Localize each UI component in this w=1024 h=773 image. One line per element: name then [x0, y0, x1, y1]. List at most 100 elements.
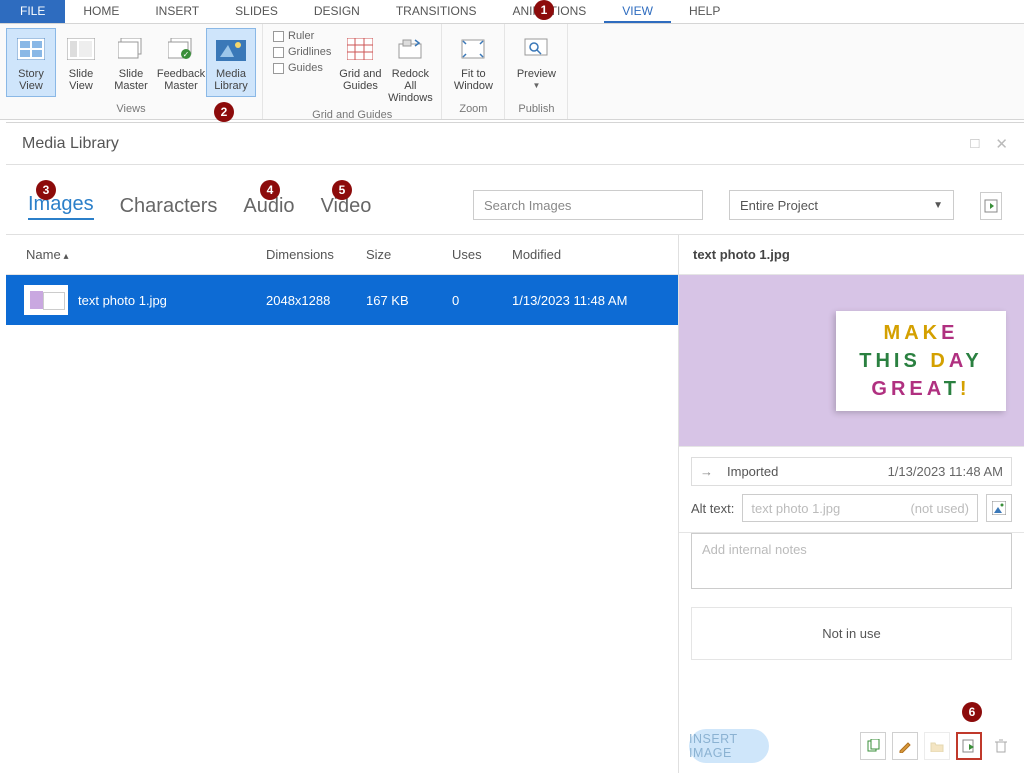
alt-text-status: (not used) — [910, 501, 969, 516]
tab-images[interactable]: Images — [28, 193, 94, 220]
annotation-badge-4: 4 — [260, 180, 280, 200]
tab-view[interactable]: VIEW — [604, 0, 671, 23]
annotation-badge-3: 3 — [36, 180, 56, 200]
fit-window-icon — [457, 33, 489, 65]
table-row[interactable]: text photo 1.jpg 2048x1288 167 KB 0 1/13… — [6, 275, 678, 325]
col-size[interactable]: Size — [366, 247, 452, 262]
fit-window-button[interactable]: Fit to Window — [448, 28, 498, 97]
annotation-badge-2: 2 — [214, 102, 234, 122]
tab-design[interactable]: DESIGN — [296, 0, 378, 23]
col-uses[interactable]: Uses — [452, 247, 512, 262]
svg-text:✓: ✓ — [183, 50, 190, 59]
media-library-button[interactable]: Media Library — [206, 28, 256, 97]
row-name: text photo 1.jpg — [78, 293, 266, 308]
redock-label: Redock All Windows — [388, 68, 433, 104]
row-size: 167 KB — [366, 293, 452, 308]
grid-icon — [344, 33, 376, 65]
slide-view-icon — [65, 33, 97, 65]
preview-icon — [520, 33, 552, 65]
tab-characters[interactable]: Characters — [120, 195, 218, 220]
import-icon — [984, 199, 998, 213]
import-button[interactable] — [980, 192, 1002, 220]
redock-icon — [394, 33, 426, 65]
story-view-icon — [15, 33, 47, 65]
alt-text-options-button[interactable] — [986, 494, 1012, 522]
dropdown-arrow-icon: ▼ — [532, 80, 540, 92]
slide-master-icon — [115, 33, 147, 65]
story-view-button[interactable]: Story View — [6, 28, 56, 97]
media-library-icon — [215, 33, 247, 65]
ruler-checkbox[interactable]: Ruler — [273, 30, 331, 42]
feedback-master-button[interactable]: ✓ Feedback Master — [156, 28, 206, 97]
insert-image-button[interactable]: INSERT IMAGE — [689, 729, 769, 763]
guides-checkbox[interactable]: Guides — [273, 62, 331, 74]
grid-guides-button[interactable]: Grid and Guides — [335, 28, 385, 97]
row-uses: 0 — [452, 293, 512, 308]
edit-button[interactable] — [892, 732, 918, 760]
chevron-down-icon: ▼ — [933, 200, 943, 211]
preview-meta: Imported 1/13/2023 11:48 AM Alt text: te… — [679, 447, 1024, 533]
gridlines-checkbox[interactable]: Gridlines — [273, 46, 331, 58]
column-headers: Name Dimensions Size Uses Modified — [6, 235, 678, 275]
tab-file[interactable]: FILE — [0, 0, 65, 23]
lightbox-line-3: GREAT! — [842, 375, 1000, 403]
panel-body: Name Dimensions Size Uses Modified text … — [6, 235, 1024, 773]
views-group-label: Views — [116, 103, 145, 117]
annotation-badge-6: 6 — [962, 702, 982, 722]
tab-slides[interactable]: SLIDES — [217, 0, 296, 23]
pencil-icon — [898, 739, 912, 753]
col-dimensions[interactable]: Dimensions — [266, 247, 366, 262]
lightbox-line-2: THIS DAY — [842, 347, 1000, 375]
slide-view-button[interactable]: Slide View — [56, 28, 106, 97]
preview-button[interactable]: Preview ▼ — [511, 28, 561, 97]
imported-date: 1/13/2023 11:48 AM — [888, 464, 1003, 479]
ribbon-group-zoom: Fit to Window Zoom — [442, 24, 505, 119]
preview-label: Preview — [517, 68, 556, 80]
slide-master-label: Slide Master — [109, 68, 153, 92]
internal-notes-input[interactable]: Add internal notes — [691, 533, 1012, 589]
checkbox-icon — [273, 31, 284, 42]
export-button[interactable] — [956, 732, 982, 760]
ribbon: Story View Slide View Slide Master ✓ Fee… — [0, 24, 1024, 120]
col-name[interactable]: Name — [6, 247, 266, 262]
export-icon — [962, 739, 976, 753]
tab-transitions[interactable]: TRANSITIONS — [378, 0, 495, 23]
grid-guides-label: Grid and Guides — [338, 68, 382, 92]
panel-titlebar: Media Library □ ✕ — [6, 123, 1024, 165]
zoom-group-label: Zoom — [459, 103, 487, 117]
alt-text-input[interactable]: text photo 1.jpg (not used) — [742, 494, 978, 522]
tab-insert[interactable]: INSERT — [137, 0, 217, 23]
imported-label: Imported — [727, 464, 778, 479]
search-input[interactable]: Search Images — [473, 190, 703, 220]
annotation-badge-5: 5 — [332, 180, 352, 200]
col-modified[interactable]: Modified — [512, 247, 678, 262]
copy-button[interactable] — [860, 732, 886, 760]
folder-button[interactable] — [924, 732, 950, 760]
media-library-label: Media Library — [209, 68, 253, 92]
ribbon-tabs: FILE HOME INSERT SLIDES DESIGN TRANSITIO… — [0, 0, 1024, 24]
picture-icon — [992, 501, 1006, 515]
delete-button[interactable] — [988, 732, 1014, 760]
feedback-master-label: Feedback Master — [157, 68, 205, 92]
arrow-right-icon — [700, 464, 719, 479]
preview-actions: INSERT IMAGE — [679, 721, 1024, 773]
annotation-badge-1: 1 — [534, 0, 554, 20]
trash-icon — [994, 738, 1008, 754]
folder-icon — [930, 740, 944, 752]
alt-text-value: text photo 1.jpg — [751, 501, 840, 516]
tab-home[interactable]: HOME — [65, 0, 137, 23]
tab-help[interactable]: HELP — [671, 0, 738, 23]
redock-button[interactable]: Redock All Windows — [385, 28, 435, 109]
checkbox-icon — [273, 63, 284, 74]
panel-topbar: Images Characters Audio Video Search Ima… — [6, 165, 1024, 235]
preview-pane: text photo 1.jpg MAKE THIS DAY GREAT! Im… — [679, 235, 1024, 773]
lightbox-graphic: MAKE THIS DAY GREAT! — [836, 311, 1006, 411]
maximize-icon[interactable]: □ — [970, 135, 979, 153]
feedback-master-icon: ✓ — [165, 33, 197, 65]
slide-master-button[interactable]: Slide Master — [106, 28, 156, 97]
row-thumbnail — [24, 285, 68, 315]
scope-dropdown[interactable]: Entire Project ▼ — [729, 190, 954, 220]
checkbox-icon — [273, 47, 284, 58]
gridlines-label: Gridlines — [288, 46, 331, 58]
close-icon[interactable]: ✕ — [995, 135, 1008, 153]
